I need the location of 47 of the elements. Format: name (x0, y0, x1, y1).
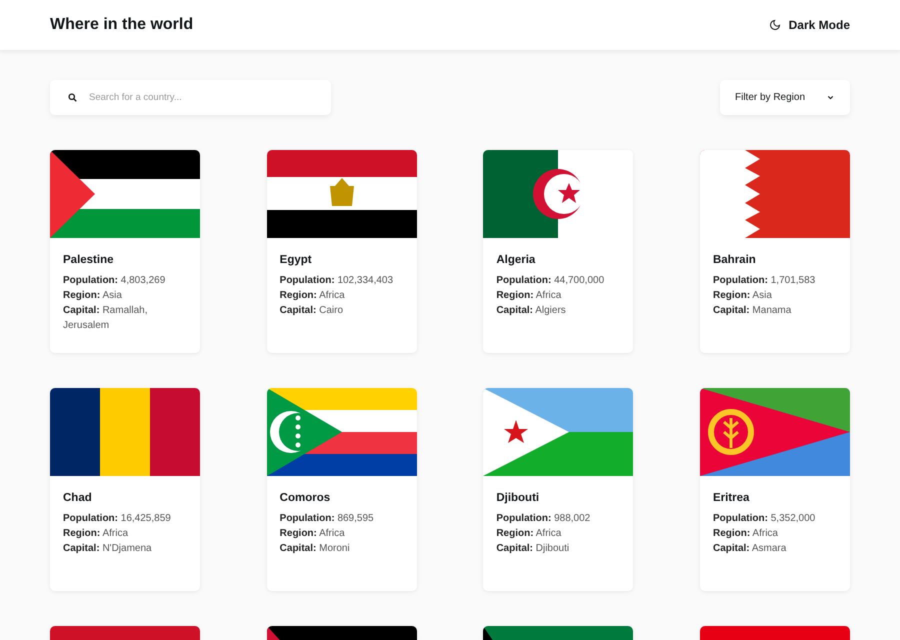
country-name: Palestine (63, 254, 114, 266)
capital-text: Capital: Ramallah, Jerusalem (63, 304, 148, 333)
country-name: Chad (63, 492, 93, 504)
moon-icon (768, 19, 781, 31)
country-card[interactable]: Egypt Population: 102,334,403 Region: Africa Capital: Cairo (266, 150, 417, 353)
capital-text: Capital: Djibouti (496, 542, 570, 556)
population-text: Population: 44,700,000 (496, 274, 606, 288)
capital-text: Capital: Cairo (280, 304, 344, 318)
dark-mode-toggle[interactable]: Dark Mode (768, 14, 850, 36)
population-text: Population: 4,803,269 (63, 274, 166, 288)
population-text: Population: 102,334,403 (280, 274, 394, 288)
population-text: Population: 869,595 (280, 512, 375, 526)
region-text: Region: Asia (712, 289, 773, 303)
region-text: Region: Asia (63, 289, 123, 303)
site-title: Where in the world (50, 16, 194, 34)
country-card[interactable]: Comoros Population: 869,595 Region: Africa Capital: Moroni (266, 388, 417, 591)
capital-text: Capital: Manama (712, 304, 792, 318)
country-name: Bahrain (712, 254, 757, 266)
country-card[interactable]: Chad Population: 16,425,859 Region: Africa Capital: N'Djamena (50, 388, 200, 591)
country-card[interactable]: Palestine Population: 4,803,269 Region: Asia Capital: Ramallah, Jerusalem (50, 150, 200, 353)
country-card[interactable]: Eritrea Population: 5,352,000 Region: Africa Capital: Asmara (700, 388, 850, 591)
region-text: Region: Africa (280, 289, 346, 303)
country-name: Egypt (280, 254, 313, 266)
country-card[interactable]: Djibouti Population: 988,002 Region: Africa Capital: Djibouti (483, 388, 634, 591)
country-name: Eritrea (712, 492, 750, 504)
region-text: Region: Africa (63, 527, 130, 541)
country-card[interactable]: Algeria Population: 44,700,000 Region: Africa Capital: Algiers (483, 150, 634, 353)
region-text: Region: Africa (280, 527, 346, 541)
population-text: Population: 16,425,859 (63, 512, 172, 526)
population-text: Population: 5,352,000 (712, 512, 816, 526)
capital-text: Capital: N'Djamena (63, 542, 153, 556)
country-card[interactable]: Bahrain Population: 1,701,583 Region: Asia Capital: Manama (700, 150, 850, 353)
region-text: Region: Africa (496, 527, 562, 541)
population-text: Population: 988,002 (496, 512, 592, 526)
country-name: Algeria (496, 254, 536, 266)
region-text: Region: Africa (496, 289, 562, 303)
country-name: Djibouti (496, 492, 540, 504)
region-text: Region: Africa (712, 527, 779, 541)
chevron-down-icon (826, 93, 835, 102)
search-field[interactable]: Search for a country... (50, 80, 331, 115)
search-icon (68, 93, 77, 102)
region-filter-dropdown[interactable]: Filter by Region (720, 80, 850, 115)
country-name: Comoros (280, 492, 332, 504)
capital-text: Capital: Asmara (712, 542, 788, 556)
capital-text: Capital: Moroni (280, 542, 351, 556)
capital-text: Capital: Algiers (496, 304, 567, 318)
population-text: Population: 1,701,583 (712, 274, 816, 288)
